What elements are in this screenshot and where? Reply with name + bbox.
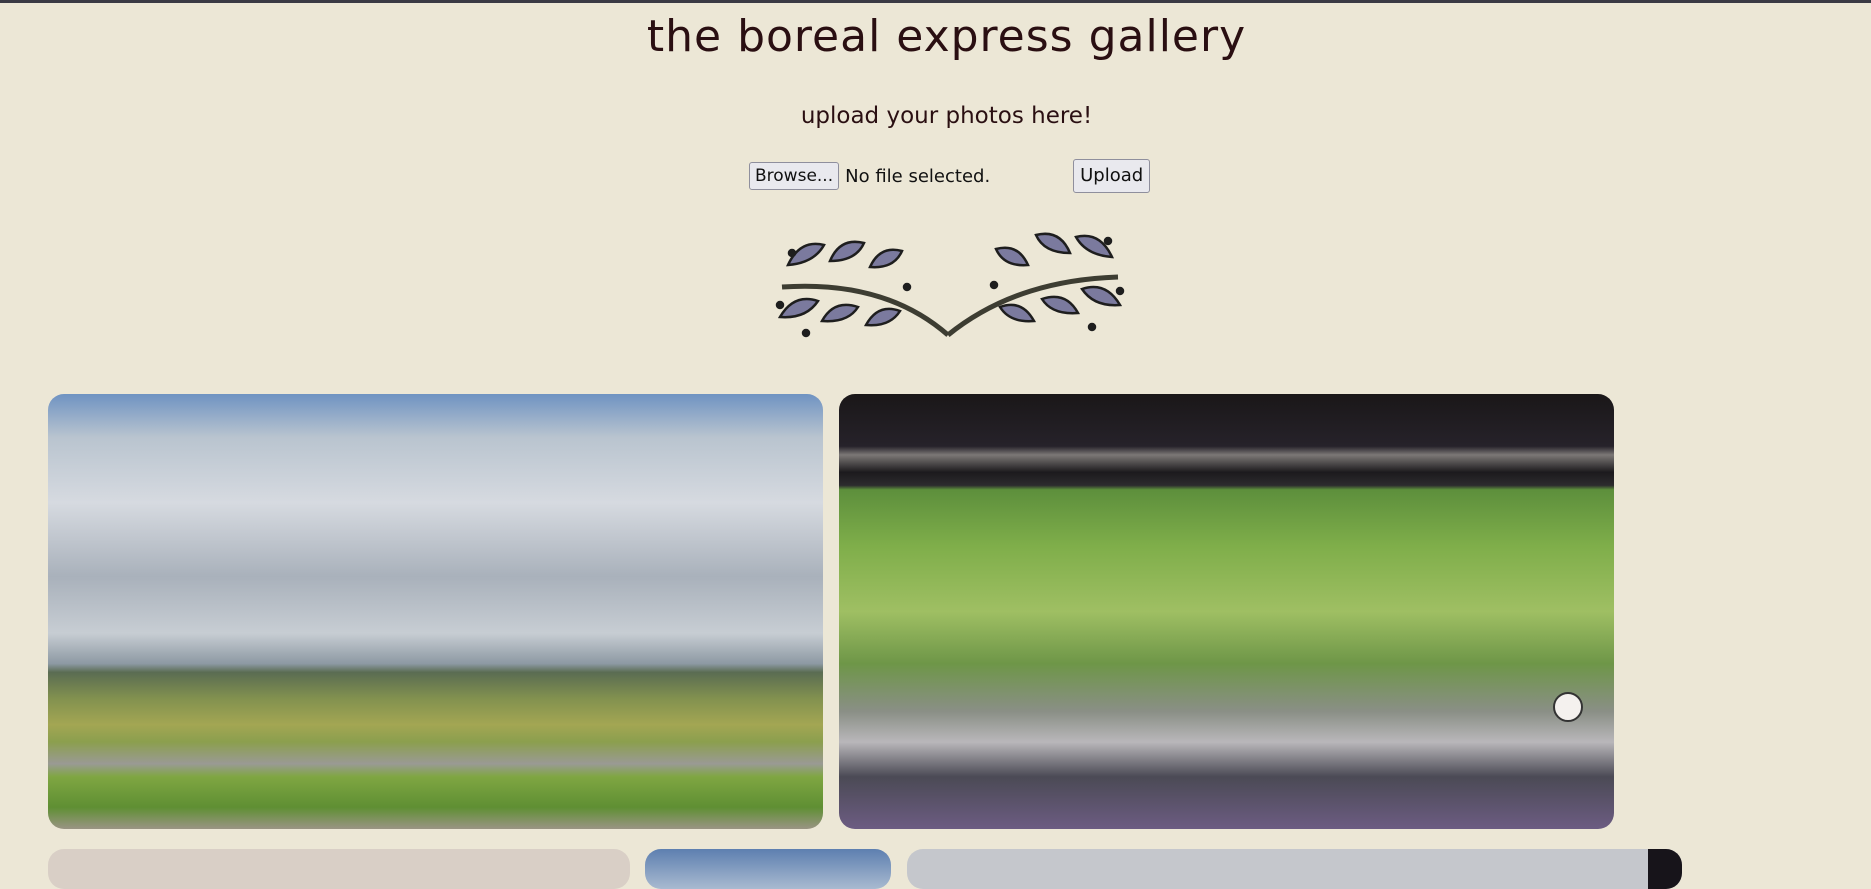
gallery-photo-field[interactable] <box>48 394 823 829</box>
photo-dark-edge <box>1648 849 1682 889</box>
laurel-branch-icon <box>775 232 1125 338</box>
upload-button[interactable]: Upload <box>1073 159 1151 193</box>
gallery-photo-3[interactable] <box>48 849 630 889</box>
gallery-photo-5[interactable] <box>907 849 1682 889</box>
gallery-photo-train-window[interactable] <box>839 394 1614 829</box>
page-title: the boreal express gallery <box>646 11 1247 62</box>
upload-prompt: upload your photos here! <box>800 103 1093 129</box>
browse-button[interactable]: Browse... <box>749 162 840 190</box>
gallery-photo-4[interactable] <box>645 849 891 889</box>
image-tool-icon[interactable] <box>1553 692 1583 722</box>
upload-form: Browse... No file selected. Upload <box>749 159 1151 193</box>
file-status-text: No file selected. <box>845 165 991 187</box>
